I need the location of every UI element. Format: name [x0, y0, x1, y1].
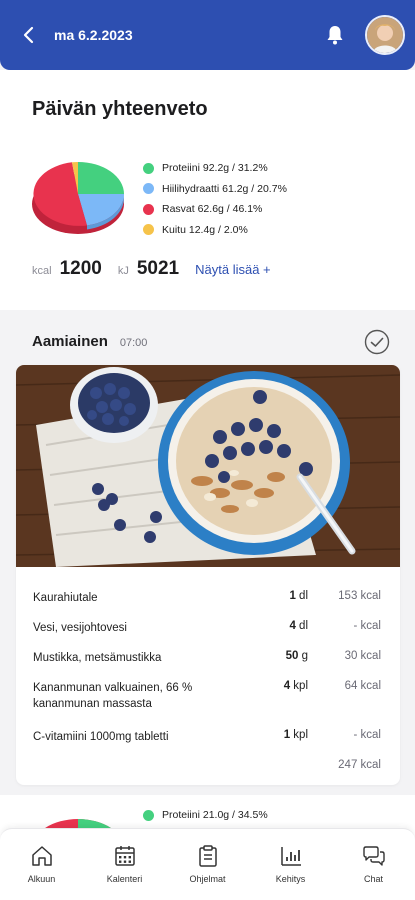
meal-title: Aamiainen — [32, 333, 108, 350]
ingredient-name: Vesi, vesijohtovesi — [33, 622, 127, 634]
profile-photo-icon — [367, 17, 403, 53]
ingredient-kcal: 30 kcal — [344, 650, 381, 662]
selected-date[interactable]: ma 6.2.2023 — [54, 27, 323, 43]
legend-item-protein: Proteiini 21.0g / 34.5% — [143, 805, 268, 826]
quantity-unit: dl — [299, 590, 308, 602]
legend-label: Kuitu 12.4g / 2.0% — [162, 223, 248, 236]
fiber-dot-icon — [143, 224, 154, 236]
legend-label: Proteiini 21.0g / 34.5% — [162, 809, 268, 822]
kj-value: 5021 — [136, 258, 180, 279]
ingredient-name: Kananmunan valkuainen, 66 % kananmunan m… — [33, 682, 193, 710]
macro-pie-chart — [32, 162, 125, 234]
protein-dot-icon — [143, 809, 154, 821]
tab-home[interactable]: Alkuun — [0, 829, 83, 900]
ingredient-name: C-vitamiini 1000mg tabletti — [33, 731, 169, 743]
tab-label: Alkuun — [27, 874, 56, 884]
chevron-left-icon — [23, 26, 34, 44]
legend-item-protein: Proteiini 92.2g / 31.2% — [143, 158, 287, 179]
legend-item-carbs: Hiilihydraatti 61.2g / 20.7% — [143, 179, 287, 200]
ingredient-kcal: 153 kcal — [338, 590, 381, 602]
quantity-value: 1 — [289, 590, 296, 602]
quantity-value: 4 — [289, 620, 296, 632]
tab-label: Kalenteri — [106, 874, 143, 884]
calendar-icon — [114, 846, 135, 866]
macro-legend: Proteiini 92.2g / 31.2% Hiilihydraatti 6… — [143, 158, 287, 240]
energy-totals: kcal 1200 kJ 5021 Näytä lisää + — [32, 258, 271, 280]
quantity-value: 4 — [283, 680, 291, 692]
daily-summary-card: Päivän yhteenveto Proteiini 92.2g / 31.2… — [0, 70, 415, 310]
ingredient-kcal: - kcal — [353, 620, 381, 632]
quantity-unit: dl — [299, 620, 308, 632]
legend-label: Proteiini 92.2g / 31.2% — [162, 162, 268, 175]
quantity-value: 1 — [283, 729, 291, 741]
clipboard-icon — [198, 845, 217, 867]
carbs-dot-icon — [143, 183, 154, 195]
chat-icon — [362, 846, 385, 866]
summary-title: Päivän yhteenveto — [32, 98, 208, 120]
tab-chat[interactable]: Chat — [332, 829, 415, 900]
tab-label: Ohjelmat — [189, 874, 226, 884]
tab-label: Chat — [363, 874, 383, 884]
tab-progress[interactable]: Kehitys — [249, 829, 332, 900]
home-icon — [31, 846, 52, 866]
tab-programs[interactable]: Ohjelmat — [166, 829, 249, 900]
back-button[interactable] — [18, 24, 40, 46]
tab-label: Kehitys — [275, 874, 306, 884]
meal-total-kcal: 247 kcal — [338, 759, 381, 771]
legend-item-fat: Rasvat 62.6g / 46.1% — [143, 199, 287, 220]
bottom-navigation: Alkuun Kalenteri Ohjelmat Kehitys Chat — [0, 828, 415, 900]
ingredient-quantity: 4 kpl — [248, 680, 308, 692]
tab-calendar[interactable]: Kalenteri — [83, 829, 166, 900]
bar-chart-icon — [280, 847, 301, 866]
top-app-bar: ma 6.2.2023 — [0, 0, 415, 70]
porridge-photo — [16, 365, 400, 567]
quantity-unit: kpl — [293, 729, 308, 741]
quantity-unit: kpl — [293, 680, 308, 692]
check-circle-icon[interactable] — [364, 329, 390, 355]
fat-dot-icon — [143, 203, 154, 215]
ingredient-quantity: 1 dl — [248, 590, 308, 602]
meal-time: 07:00 — [119, 337, 148, 349]
meal-card[interactable]: Kaurahiutale 1 dl 153 kcal Vesi, vesijoh… — [16, 365, 400, 785]
ingredient-name: Mustikka, metsämustikka — [33, 652, 162, 664]
quantity-value: 50 — [285, 650, 299, 662]
ingredient-kcal: 64 kcal — [344, 680, 381, 692]
bell-icon[interactable] — [323, 23, 347, 47]
ingredient-quantity: 1 kpl — [248, 729, 308, 741]
ingredient-kcal: - kcal — [353, 729, 381, 741]
avatar[interactable] — [365, 15, 405, 55]
legend-item-fiber: Kuitu 12.4g / 2.0% — [143, 220, 287, 241]
protein-dot-icon — [143, 162, 154, 174]
ingredient-quantity: 4 dl — [248, 620, 308, 632]
legend-label: Hiilihydraatti 61.2g / 20.7% — [162, 182, 287, 195]
quantity-unit: g — [301, 650, 308, 662]
legend-label: Rasvat 62.6g / 46.1% — [162, 203, 263, 216]
kcal-unit: kcal — [32, 265, 52, 277]
ingredient-name: Kaurahiutale — [33, 592, 98, 604]
ingredient-quantity: 50 g — [248, 650, 308, 662]
kj-unit: kJ — [117, 265, 129, 277]
show-more-link[interactable]: Näytä lisää + — [195, 262, 271, 277]
meal-header: Aamiainen 07:00 — [32, 333, 147, 350]
kcal-value: 1200 — [59, 258, 102, 279]
